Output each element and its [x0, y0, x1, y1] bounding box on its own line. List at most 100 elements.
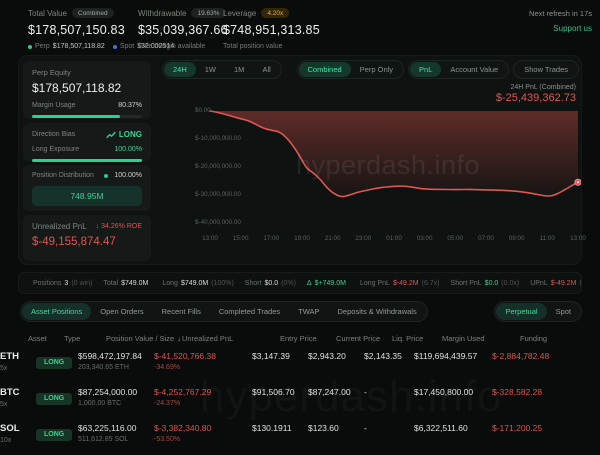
cell-position-value: $63,225,116.00 511,612.85 SOL	[78, 423, 154, 443]
table-body: ETH 5x LONG $598,472,197.84 203,340.65 E…	[0, 343, 600, 451]
cell-asset: ETH 5x	[0, 351, 36, 372]
long-badge: LONG	[36, 357, 72, 369]
positions-table: Asset Type Position Value / Size↓ Unreal…	[0, 334, 600, 451]
sort-desc-icon: ↓	[177, 334, 181, 343]
overview-panel: Perp Equity $178,507,118.82 Margin Usage…	[18, 55, 582, 265]
chart-pnl-label: 24H PnL (Combined)	[511, 84, 577, 91]
summary-item: Long PnL $-49.2M (6.7x)	[360, 280, 440, 287]
positions-summary: Positions 3 (0 win) Total $749.0M Long $…	[18, 272, 582, 294]
y-axis-tick: $0.00	[195, 107, 211, 114]
tab-perpetual[interactable]: Perpetual	[496, 303, 546, 320]
position-distribution-label: Position Distribution	[32, 172, 94, 179]
col-margin-used[interactable]: Margin Used	[442, 334, 520, 343]
tab-open-orders[interactable]: Open Orders	[91, 303, 152, 320]
position-distribution-bar: 748.95M	[32, 186, 142, 206]
tab-spot[interactable]: Spot	[547, 303, 580, 320]
spot-dot-icon	[113, 45, 117, 49]
x-axis-tick: 11:00	[532, 235, 562, 242]
cell-asset: BTC 5x	[0, 387, 36, 408]
col-asset[interactable]: Asset	[28, 334, 64, 343]
mode-combined-button[interactable]: Combined	[299, 62, 351, 77]
refresh-countdown: Next refresh in 17s	[529, 9, 592, 18]
col-entry-price[interactable]: Entry Price	[280, 334, 336, 343]
leverage-label: Leverage	[223, 9, 256, 18]
summary-item: Short $0.0 (0%)	[245, 280, 296, 287]
pnl-chart: hyperdash.info $0.00$-10,000,000.00$-20,…	[195, 96, 581, 254]
position-distribution-pct: 100.00%	[114, 172, 142, 179]
withdrawable-stat: Withdrawable19.63% $35,039,367.66 Free m…	[138, 8, 228, 50]
market-type-tabs: Perpetual Spot	[494, 301, 582, 322]
margin-usage-value: 80.37%	[118, 102, 142, 109]
view-account-value-button[interactable]: Account Value	[441, 62, 507, 77]
x-axis-tick: 03:00	[410, 235, 440, 242]
margin-usage-fill	[32, 115, 120, 118]
roe-value: ↓ 34.26% ROE	[96, 223, 142, 230]
table-row[interactable]: BTC 5x LONG $87,254,000.00 1,000.00 BTC …	[0, 379, 600, 415]
summary-item: Short PnL $0.0 (0.0x)	[451, 280, 520, 287]
range-1m-button[interactable]: 1M	[225, 62, 253, 77]
leverage-badge: 4.20x	[261, 8, 289, 18]
show-trades-button[interactable]: Show Trades	[515, 62, 577, 77]
table-header: Asset Type Position Value / Size↓ Unreal…	[0, 334, 600, 343]
long-exposure-value: 100.00%	[114, 146, 142, 153]
support-us-link[interactable]: Support us	[553, 24, 592, 33]
direction-bias-value: LONG	[119, 130, 142, 139]
unrealized-pnl-value: $-49,155,874.47	[32, 236, 142, 248]
cell-unrealized-pnl: $-41,520,766.38 -34.69%	[154, 351, 252, 371]
table-row[interactable]: SOL 10x LONG $63,225,116.00 511,612.85 S…	[0, 415, 600, 451]
tab-recent-fills[interactable]: Recent Fills	[153, 303, 210, 320]
leverage-tag: 5x	[0, 365, 36, 372]
long-badge: LONG	[36, 393, 72, 405]
x-axis-tick: 23:00	[348, 235, 378, 242]
margin-usage-label: Margin Usage	[32, 102, 76, 109]
cell-current-price: $87,247.00	[308, 387, 364, 397]
tab-twap[interactable]: TWAP	[289, 303, 328, 320]
col-current-price[interactable]: Current Price	[336, 334, 392, 343]
col-funding[interactable]: Funding	[520, 334, 592, 343]
tab-completed-trades[interactable]: Completed Trades	[210, 303, 289, 320]
leverage-stat: Leverage4.20x $748,951,313.85 Total posi…	[223, 8, 320, 50]
col-position-value[interactable]: Position Value / Size↓	[106, 334, 182, 343]
cell-unrealized-pnl: $-4,252,767.29 -24.37%	[154, 387, 252, 407]
leverage-value: $748,951,313.85	[223, 23, 320, 37]
range-1w-button[interactable]: 1W	[196, 62, 225, 77]
cell-funding: $-328,582.28	[492, 387, 600, 397]
spot-label: Spot	[120, 43, 134, 50]
cell-position-value: $598,472,197.84 203,340.65 ETH	[78, 351, 154, 371]
unrealized-pnl-label: Unrealized PnL	[32, 222, 87, 231]
cell-type: LONG	[36, 351, 78, 369]
cell-type: LONG	[36, 387, 78, 405]
pnl-chart-svg	[195, 96, 581, 231]
x-axis-tick: 17:00	[256, 235, 286, 242]
time-range-group: 24H 1W 1M All	[162, 60, 282, 79]
x-axis-tick: 09:00	[502, 235, 532, 242]
unrealized-pnl-card: Unrealized PnL ↓ 34.26% ROE $-49,155,874…	[23, 215, 151, 261]
perp-equity-card: Perp Equity $178,507,118.82 Margin Usage…	[23, 61, 151, 119]
position-distribution-card: Position Distribution 100.00% 748.95M	[23, 165, 151, 211]
cell-liq-price: -	[364, 423, 414, 433]
cell-type: LONG	[36, 423, 78, 441]
cell-current-price: $123.60	[308, 423, 364, 433]
withdrawable-sub: Free margin available	[138, 43, 205, 50]
col-type[interactable]: Type	[64, 334, 106, 343]
cell-entry-price: $130.1911	[252, 423, 308, 433]
perp-equity-value: $178,507,118.82	[32, 81, 142, 95]
x-axis-tick: 01:00	[379, 235, 409, 242]
combined-badge: Combined	[72, 8, 114, 18]
view-pnl-button[interactable]: PnL	[410, 62, 441, 77]
tab-deposits-withdrawals[interactable]: Deposits & Withdrawals	[329, 303, 426, 320]
range-24h-button[interactable]: 24H	[164, 62, 196, 77]
col-unrealized-pnl[interactable]: Unrealized PnL	[182, 334, 280, 343]
summary-item: Long $749.0M (100%)	[162, 280, 233, 287]
direction-bias-label: Direction Bias	[32, 131, 75, 138]
long-badge: LONG	[36, 429, 72, 441]
col-liq-price[interactable]: Liq. Price	[392, 334, 442, 343]
range-all-button[interactable]: All	[253, 62, 279, 77]
cell-current-price: $2,943.20	[308, 351, 364, 361]
long-exposure-bar	[32, 159, 142, 162]
tab-asset-positions[interactable]: Asset Positions	[22, 303, 91, 320]
mode-perp-only-button[interactable]: Perp Only	[351, 62, 402, 77]
withdrawable-value: $35,039,367.66	[138, 23, 228, 37]
distribution-dot-icon	[104, 174, 108, 178]
table-row[interactable]: ETH 5x LONG $598,472,197.84 203,340.65 E…	[0, 343, 600, 379]
